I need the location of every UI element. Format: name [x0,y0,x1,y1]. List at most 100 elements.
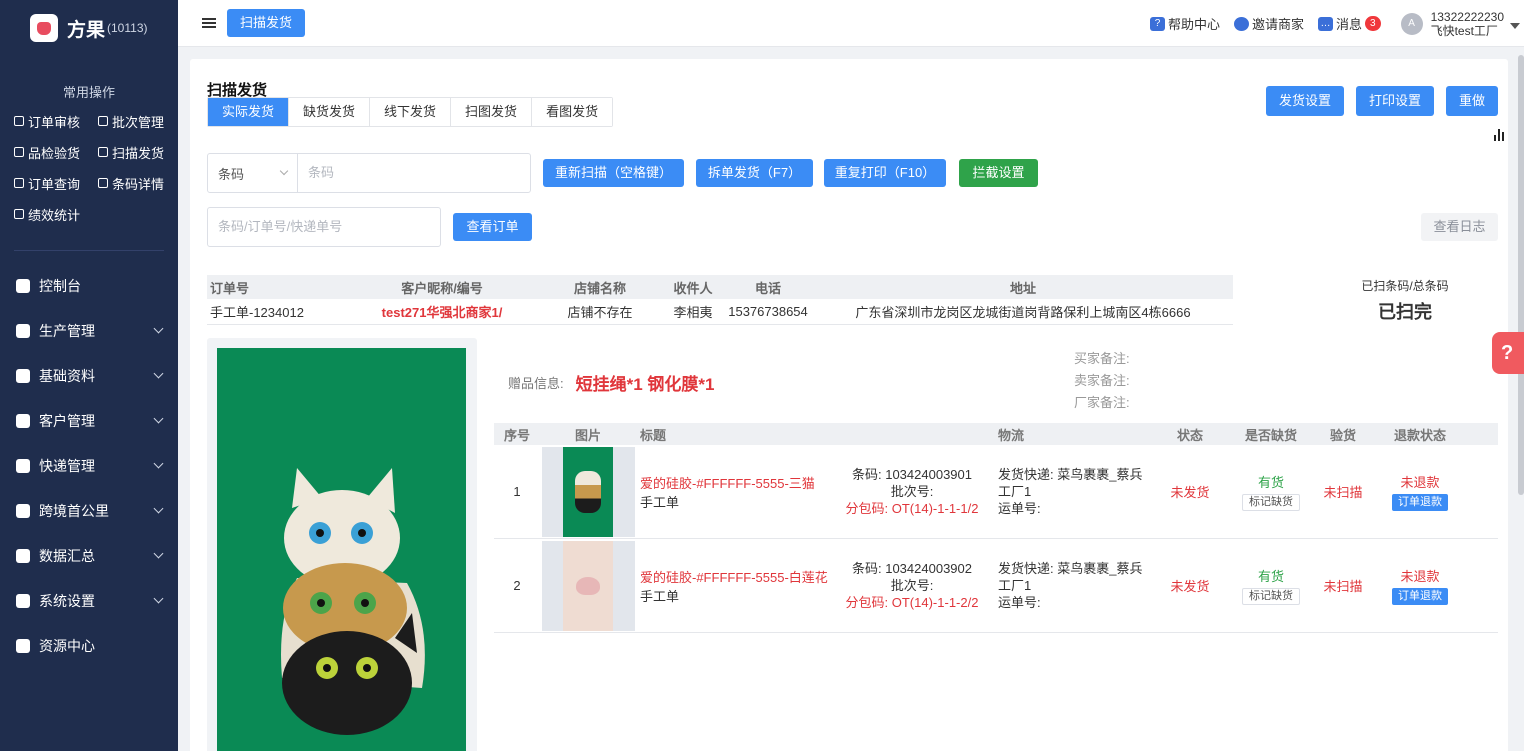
avatar[interactable]: A [1400,12,1423,35]
check-square-icon [14,116,24,126]
messages-label: 消息 [1336,17,1363,32]
table-row[interactable]: 1 爱的硅胶-#FFFFFF-5555-三猫 手工单 条码: 103424003… [494,445,1498,539]
quick-batch-manage[interactable]: 批次管理 [98,111,182,131]
item-pack-code: 分包码: OT(14)-1-1-2/2 [845,595,979,610]
barcode-type-select[interactable]: 条码 [208,154,298,192]
rescan-button[interactable]: 重新扫描（空格键） [543,159,684,187]
menu-production[interactable]: 生产管理 [0,308,178,353]
buyer-remark: 买家备注: [1074,351,1130,366]
question-icon: ? [1149,16,1165,31]
quick-label: 订单查询 [28,176,81,192]
tab-offline-ship[interactable]: 线下发货 [370,98,452,126]
split-ship-button[interactable]: 拆单发货（F7） [696,159,813,187]
item-stock: 有货 [1257,475,1284,490]
menu-label: 系统设置 [39,592,95,609]
menu-toggle-icon[interactable] [202,16,216,30]
batch-icon [98,116,108,126]
thumb-image [563,446,613,537]
shop-name: 店铺不存在 [567,305,633,320]
print-settings-button[interactable]: 打印设置 [1356,86,1434,116]
invite-merchant-link[interactable]: 邀请商家 [1233,14,1304,33]
quick-scan-ship[interactable]: 扫描发货 [98,142,182,162]
menu-cross-border[interactable]: 跨境首公里 [0,488,178,533]
col-stock: 是否缺货 [1244,427,1297,443]
item-thumbnail[interactable] [541,540,635,631]
menu-label: 资源中心 [39,637,95,654]
menu-dashboard[interactable]: 控制台 [0,263,178,308]
view-order-button[interactable]: 查看订单 [453,213,532,241]
inspect-icon [14,147,24,157]
menu-label: 客户管理 [39,412,95,429]
items-table-header: 序号 图片 标题 物流 状态 是否缺货 验货 退款状态 [494,423,1498,445]
table-row[interactable]: 2 爱的硅胶-#FFFFFF-5555-白莲花 手工单 条码: 10342400… [494,539,1498,633]
sidebar: 方果 (10113) 常用操作 订单审核 批次管理 品检验货 扫描发货 订单查询… [0,0,178,751]
item-logistics: 发货快递: 菜鸟裹裹_蔡兵 工厂1 运单号: [992,466,1152,517]
database-icon [16,368,30,383]
item-thumb-cell [540,446,636,537]
tab-scan-ship[interactable]: 扫描发货 [227,9,306,37]
floating-help-icon[interactable]: ? [1492,332,1524,374]
messages-link[interactable]: … 消息 3 [1318,14,1381,33]
page-scrollbar[interactable] [1518,55,1524,495]
tab-shortage-ship[interactable]: 缺货发货 [289,98,371,126]
menu-data-summary[interactable]: 数据汇总 [0,533,178,578]
quick-order-query[interactable]: 订单查询 [14,173,98,193]
menu-system-settings[interactable]: 系统设置 [0,578,178,623]
order-search-input[interactable]: 条码/订单号/快递单号 [207,207,441,247]
tab-actual-ship[interactable]: 实际发货 [208,98,290,126]
order-table: 订单号 客户昵称/编号 店铺名称 收件人 电话 地址 手工单-1234012 t… [207,275,1233,325]
item-thumbnail[interactable] [541,446,635,537]
logo[interactable]: 方果 (10113) [0,0,178,56]
customer-name[interactable]: test271华强北商家1/ [347,302,537,321]
reprint-button[interactable]: 重复打印（F10） [824,159,946,187]
quick-performance[interactable]: 绩效统计 [14,204,98,224]
col-phone: 电话 [754,280,781,296]
gift-value: 短挂绳*1 钢化膜*1 [575,375,715,394]
quick-barcode-detail[interactable]: 条码详情 [98,173,182,193]
item-factory: 工厂1 [998,484,1032,499]
col-inspect: 验货 [1329,427,1356,443]
intercept-settings-button[interactable]: 拦截设置 [959,159,1038,187]
menu-courier[interactable]: 快递管理 [0,443,178,488]
barcode-input[interactable]: 条码 [298,154,334,192]
ship-settings-button[interactable]: 发货设置 [1266,86,1344,116]
item-barcode: 条码: 103424003902 [852,561,972,576]
item-no: 1 [513,484,521,499]
redo-button[interactable]: 重做 [1446,86,1498,116]
user-dropdown-icon[interactable] [1510,22,1520,29]
help-center-link[interactable]: ? 帮助中心 [1149,14,1220,33]
quick-inspect[interactable]: 品检验货 [14,142,98,162]
item-refund-status: 未退款 [1400,475,1440,490]
chevron-down-icon [153,458,164,469]
main-content: 扫描发货 实际发货 缺货发货 线下发货 扫图发货 看图发货 发货设置 打印设置 … [178,47,1524,751]
download-icon [16,638,30,653]
item-title[interactable]: 爱的硅胶-#FFFFFF-5555-三猫 [640,473,832,492]
item-refund-status: 未退款 [1400,569,1440,584]
menu-resource-center[interactable]: 资源中心 [0,623,178,668]
tab-view-image-ship[interactable]: 看图发货 [532,98,613,126]
help-label: 帮助中心 [1167,17,1220,32]
common-ops-title: 常用操作 [62,85,115,100]
tab-scan-image-ship[interactable]: 扫图发货 [451,98,533,126]
col-image: 图片 [574,427,601,443]
view-log-button[interactable]: 查看日志 [1421,213,1498,241]
menu-customers[interactable]: 客户管理 [0,398,178,443]
topbar: 扫描发货 ? 帮助中心 邀请商家 … 消息 3 A 13322222230 飞快tes… [178,0,1524,47]
order-table-row[interactable]: 手工单-1234012 test271华强北商家1/ 店铺不存在 李相夷 153… [207,299,1233,325]
user-info[interactable]: 13322222230 飞快test工厂 [1431,10,1504,38]
quick-label: 扫描发货 [112,145,165,161]
col-no: 序号 [503,427,530,443]
bar-chart-icon[interactable] [1492,129,1504,141]
item-no: 2 [513,578,521,593]
order-refund-button[interactable]: 订单退款 [1392,588,1448,605]
order-refund-button[interactable]: 订单退款 [1392,494,1448,511]
scan-icon [98,147,108,157]
quick-order-review[interactable]: 订单审核 [14,111,98,131]
mark-shortage-button[interactable]: 标记缺货 [1242,588,1300,605]
mark-shortage-button[interactable]: 标记缺货 [1242,494,1300,511]
item-title[interactable]: 爱的硅胶-#FFFFFF-5555-白莲花 [640,567,832,586]
col-status: 状态 [1176,427,1203,443]
col-recipient: 收件人 [673,280,713,296]
recipient: 李相夷 [673,305,713,320]
menu-basic-data[interactable]: 基础资料 [0,353,178,398]
